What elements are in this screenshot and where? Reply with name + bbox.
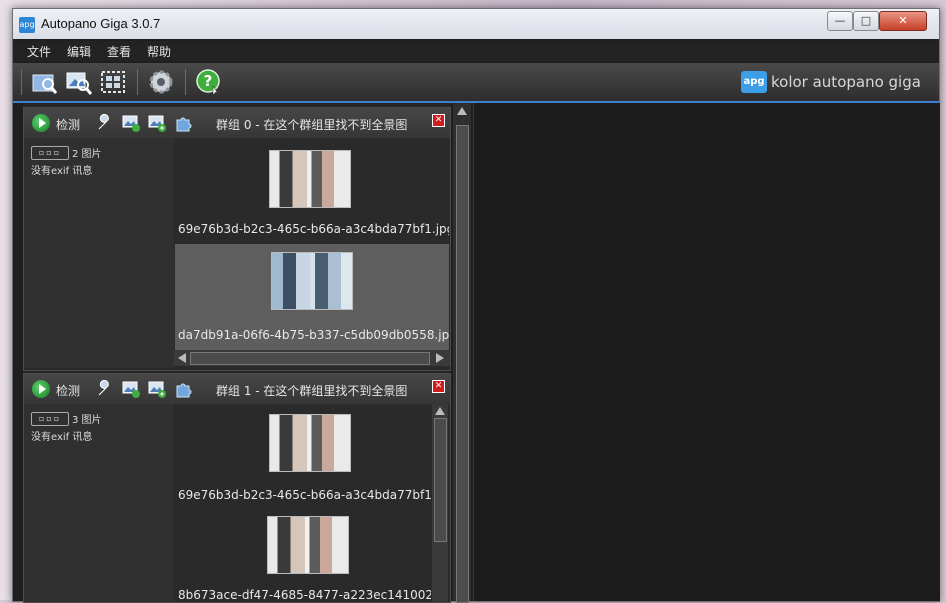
thumbnail-image <box>271 252 353 310</box>
horizontal-scrollbar[interactable] <box>174 350 450 366</box>
vertical-scrollbar[interactable] <box>432 404 448 602</box>
maximize-button[interactable]: □ <box>853 11 879 31</box>
pictures-icon: ▫▫▫ <box>31 146 69 160</box>
brand-logo: apg kolor autopano giga <box>741 71 921 93</box>
minimize-button[interactable]: — <box>827 11 853 31</box>
wrench-icon[interactable] <box>96 113 114 132</box>
remove-group-icon[interactable]: ✕ <box>432 380 445 393</box>
add-image-icon[interactable] <box>148 380 166 398</box>
thumbnail-image <box>269 414 351 472</box>
remove-group-icon[interactable]: ✕ <box>432 114 445 127</box>
group-info: ▫▫▫ 2 图片 没有exif 讯息 <box>24 138 174 368</box>
thumbnail-item[interactable]: 69e76b3d-b2c3-465c-b66a-a3c4bda77bf1.jpg <box>175 404 431 506</box>
group-panel-0: 检测 群组 0 - 在这个群组里找不到全景图 ✕ ▫▫▫ 2 图片 没有exif… <box>23 107 451 371</box>
title-bar: apg Autopano Giga 3.0.7 — □ ✕ <box>13 9 939 39</box>
exif-info: 没有exif 讯息 <box>31 166 93 177</box>
toolbar-separator <box>185 69 186 95</box>
thumbnail-filename: da7db91a-06f6-4b75-b337-c5db09db0558.jpg <box>178 328 449 342</box>
pictures-count: 3 图片 <box>72 415 102 426</box>
exif-info: 没有exif 讯息 <box>31 432 93 443</box>
open-folder-icon[interactable] <box>31 68 59 96</box>
scroll-up-icon[interactable] <box>457 107 467 115</box>
help-icon[interactable]: ? <box>195 68 223 96</box>
thumbnail-item[interactable]: 69e76b3d-b2c3-465c-b66a-a3c4bda77bf1.jpg <box>175 138 449 244</box>
detect-label[interactable]: 检测 <box>56 382 80 399</box>
close-button[interactable]: ✕ <box>879 11 927 31</box>
thumbnail-filename: 8b673ace-df47-4685-8477-a223ec141002.jpg <box>178 588 431 600</box>
scrollbar-thumb[interactable] <box>456 125 469 603</box>
pictures-count: 2 图片 <box>72 149 102 160</box>
app-icon: apg <box>19 17 35 33</box>
group-title: 群组 1 - 在这个群组里找不到全景图 <box>216 384 408 398</box>
group-info: ▫▫▫ 3 图片 没有exif 讯息 <box>24 404 174 602</box>
menu-view[interactable]: 查看 <box>107 43 131 60</box>
grid-detect-icon[interactable] <box>99 68 127 96</box>
scroll-right-icon[interactable] <box>436 353 444 363</box>
thumbnail-item[interactable]: 8b673ace-df47-4685-8477-a223ec141002.jpg <box>175 506 431 600</box>
menu-file[interactable]: 文件 <box>27 43 51 60</box>
toolbar-separator <box>137 69 138 95</box>
puzzle-icon[interactable] <box>174 380 192 398</box>
group-header: 检测 群组 0 - 在这个群组里找不到全景图 ✕ <box>24 108 450 138</box>
toolbar-grip <box>21 69 22 95</box>
toolbar: ? apg kolor autopano giga <box>13 63 939 103</box>
add-image-icon[interactable] <box>148 114 166 132</box>
svg-text:?: ? <box>204 72 213 90</box>
detect-play-icon[interactable] <box>32 380 50 398</box>
puzzle-icon[interactable] <box>174 114 192 132</box>
groups-panel: 检测 群组 0 - 在这个群组里找不到全景图 ✕ ▫▫▫ 2 图片 没有exif… <box>23 103 451 603</box>
image-info-icon[interactable] <box>122 114 140 132</box>
panel-scrollbar[interactable] <box>453 103 471 603</box>
scroll-up-icon[interactable] <box>435 407 445 415</box>
thumbnail-image <box>267 516 349 574</box>
thumbnail-item-selected[interactable]: da7db91a-06f6-4b75-b337-c5db09db0558.jpg <box>175 244 449 350</box>
brand-text: kolor autopano giga <box>771 73 921 91</box>
settings-gear-icon[interactable] <box>147 68 175 96</box>
group-header: 检测 群组 1 - 在这个群组里找不到全景图 ✕ <box>24 374 450 404</box>
panorama-view <box>473 103 940 601</box>
group-title: 群组 0 - 在这个群组里找不到全景图 <box>216 118 408 132</box>
group-panel-1: 检测 群组 1 - 在这个群组里找不到全景图 ✕ ▫▫▫ 3 图片 没有exif… <box>23 373 451 603</box>
app-window: apg Autopano Giga 3.0.7 — □ ✕ 文件 编辑 查看 帮… <box>12 8 940 603</box>
thumbnail-list: 69e76b3d-b2c3-465c-b66a-a3c4bda77bf1.jpg… <box>175 138 449 350</box>
scrollbar-thumb[interactable] <box>190 352 430 365</box>
wrench-icon[interactable] <box>96 379 114 398</box>
thumbnail-filename: 69e76b3d-b2c3-465c-b66a-a3c4bda77bf1.jpg <box>178 488 431 502</box>
images-search-icon[interactable] <box>65 68 93 96</box>
pictures-icon: ▫▫▫ <box>31 412 69 426</box>
scroll-left-icon[interactable] <box>178 353 186 363</box>
scrollbar-thumb[interactable] <box>434 418 447 542</box>
window-title: Autopano Giga 3.0.7 <box>41 16 161 31</box>
thumbnail-filename: 69e76b3d-b2c3-465c-b66a-a3c4bda77bf1.jpg <box>178 222 449 236</box>
detect-label[interactable]: 检测 <box>56 116 80 133</box>
thumbnail-image <box>269 150 351 208</box>
detect-play-icon[interactable] <box>32 114 50 132</box>
menu-edit[interactable]: 编辑 <box>67 43 91 60</box>
image-info-icon[interactable] <box>122 380 140 398</box>
menu-help[interactable]: 帮助 <box>147 43 171 60</box>
thumbnail-list: 69e76b3d-b2c3-465c-b66a-a3c4bda77bf1.jpg… <box>175 404 431 600</box>
menu-bar: 文件 编辑 查看 帮助 <box>13 41 939 61</box>
brand-badge: apg <box>741 71 767 93</box>
